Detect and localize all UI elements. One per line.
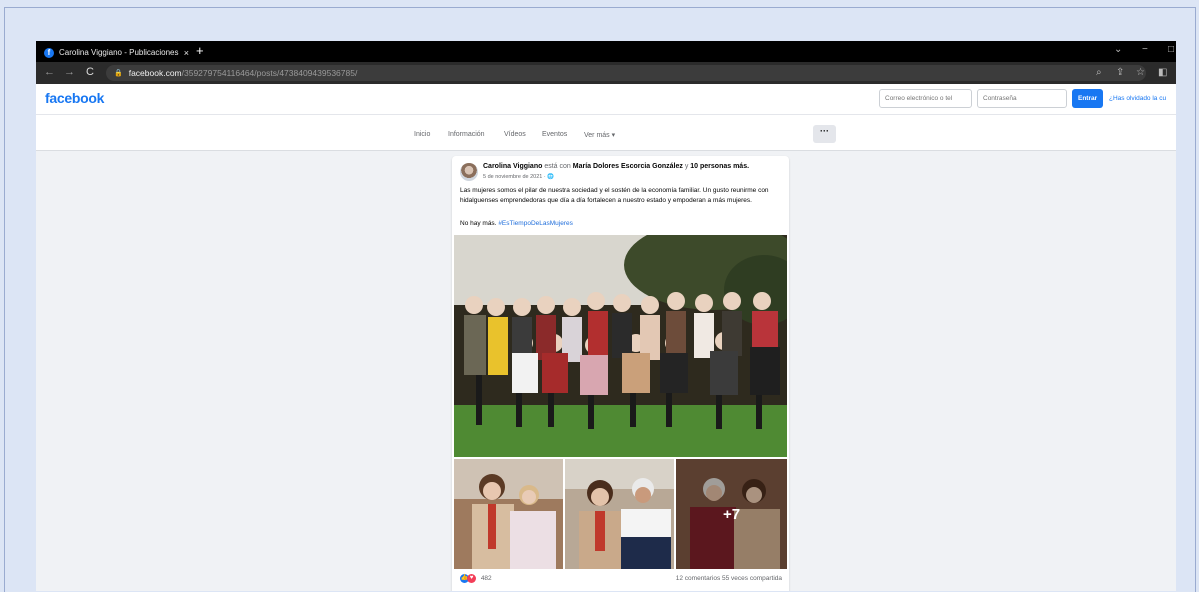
browser-tab-bar: f Carolina Viggiano - Publicaciones × + … [36,41,1176,62]
maximize-icon[interactable]: □ [1168,44,1174,55]
facebook-favicon-icon: f [44,47,54,58]
comments-shares[interactable]: 12 comentarios 55 veces compartida [676,575,782,582]
forward-icon[interactable]: → [64,66,75,78]
more-photos-overlay[interactable]: +7 [676,459,787,569]
hashtag-link[interactable]: #EsTiempoDeLasMujeres [498,220,573,227]
group-photo-image [454,235,787,457]
tab-inicio[interactable]: Inicio [414,131,430,138]
zoom-icon[interactable]: ⌕ [1096,67,1102,78]
url-field[interactable]: 🔒 facebook.com /359279754116464/posts/47… [106,65,1146,81]
photo-2-image [454,459,563,569]
and-text: y [684,163,689,170]
facebook-header: facebook Entrar ¿Has olvidado la cu [36,84,1176,115]
tab-informacion[interactable]: Información [448,131,485,138]
photo-3-image [565,459,674,569]
back-icon[interactable]: ← [44,66,55,78]
facebook-logo[interactable]: facebook [45,90,104,106]
post-card: Carolina Viggiano está con María Dolores… [452,156,789,591]
email-field[interactable] [879,89,972,108]
browser-tab[interactable]: f Carolina Viggiano - Publicaciones × [44,43,189,62]
tab-title: Carolina Viggiano - Publicaciones [59,48,179,57]
tab-ver-mas[interactable]: Ver más ▾ [584,131,615,139]
reaction-count[interactable]: 482 [481,575,492,582]
password-field[interactable] [977,89,1067,108]
facebook-page: facebook Entrar ¿Has olvidado la cu Inic… [36,84,1176,591]
avatar[interactable] [460,163,478,181]
lock-icon: 🔒 [114,70,123,77]
share-icon[interactable]: ⇪ [1116,67,1124,78]
post-main-photo[interactable] [454,235,787,457]
forgot-password-link[interactable]: ¿Has olvidado la cu [1109,95,1166,102]
post-header: Carolina Viggiano está con María Dolores… [483,163,749,170]
tagged-person[interactable]: María Dolores Escorcia González [573,163,683,170]
bookmark-star-icon[interactable]: ☆ [1136,67,1145,78]
post-line-2-prefix: No hay más. [460,220,497,227]
post-photo-2[interactable] [454,459,563,569]
reactions-row: 👍♥ 482 12 comentarios 55 veces compartid… [460,574,782,586]
browser-address-bar: ← → C 🔒 facebook.com /359279754116464/po… [36,62,1176,84]
post-body: Las mujeres somos el pilar de nuestra so… [460,187,769,204]
love-reaction-icon: ♥ [467,574,476,583]
reload-icon[interactable]: C [86,66,94,78]
post-date[interactable]: 5 de noviembre de 2021 · 🌐 [483,174,554,180]
tab-search-icon[interactable]: ⌄ [1114,44,1122,55]
url-path: /359279754116464/posts/4738409439536785/ [181,68,358,78]
sidebar-icon[interactable]: ◧ [1158,67,1167,78]
login-button[interactable]: Entrar [1072,89,1103,108]
profile-nav: Inicio Información Vídeos Eventos Ver má… [36,115,1176,151]
more-options-button[interactable]: ··· [813,125,836,143]
tab-videos[interactable]: Vídeos [504,131,526,138]
tab-close-icon[interactable]: × [184,48,189,58]
new-tab-button[interactable]: + [196,43,204,58]
with-text: está con [544,163,571,170]
tagged-others[interactable]: 10 personas más. [690,163,749,170]
url-host: facebook.com [128,68,182,78]
post-photo-4[interactable]: +7 [676,459,787,569]
post-line-2: No hay más. #EsTiempoDeLasMujeres [460,220,573,227]
post-photo-3[interactable] [565,459,674,569]
post-author[interactable]: Carolina Viggiano [483,163,542,170]
minimize-icon[interactable]: − [1142,44,1148,55]
tab-eventos[interactable]: Eventos [542,131,567,138]
